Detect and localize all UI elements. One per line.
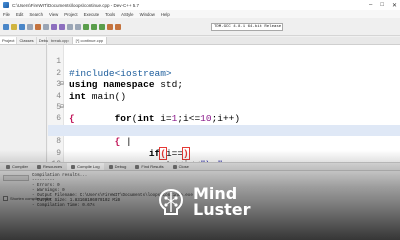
- code-line: 5 for(int i=1;i<=10;i++): [48, 91, 400, 124]
- watermark-text: Mind Luster: [193, 186, 251, 218]
- code-line: 1 #include<iostream>: [48, 45, 400, 78]
- tab-project[interactable]: Project: [0, 37, 18, 44]
- menu-search[interactable]: Search: [29, 12, 43, 17]
- replace-icon[interactable]: [75, 23, 81, 30]
- open-file-icon[interactable]: [11, 23, 17, 30]
- compile-run-icon[interactable]: [99, 23, 105, 30]
- window-title: C:\Users\FireWIT\Documents\loops\continu…: [12, 2, 140, 8]
- title-bar: C:\Users\FireWIT\Documents\loops\continu…: [0, 0, 400, 10]
- code-editor[interactable]: 1 #include<iostream> 2 using namespace s…: [48, 45, 400, 181]
- window-controls: – □ ✕: [369, 2, 397, 9]
- menu-file[interactable]: File: [3, 12, 10, 17]
- file-tab-continue[interactable]: [*] continue.cpp: [72, 37, 108, 44]
- menu-help[interactable]: Help: [161, 12, 170, 17]
- file-tab-break[interactable]: break.cpp: [48, 37, 73, 44]
- project-panel: Project Classes Debug: [0, 37, 54, 162]
- code-line: 7: [48, 113, 400, 135]
- current-code-line: 8 if(i==): [48, 124, 400, 160]
- code-line: 9 cout<<i<<"\n";: [48, 136, 400, 170]
- code-line: 3 int main(): [48, 68, 400, 101]
- menu-bar: File Edit Search View Project Execute To…: [0, 10, 400, 18]
- watermark: Mind Luster: [155, 186, 251, 218]
- menu-edit[interactable]: Edit: [16, 12, 23, 17]
- save-all-icon[interactable]: [27, 23, 33, 30]
- close-button[interactable]: ✕: [392, 2, 397, 9]
- menu-tools[interactable]: Tools: [105, 12, 115, 17]
- code-line: 2 using namespace std;: [48, 56, 400, 90]
- app-icon: [3, 2, 9, 8]
- brain-logo-icon: [158, 188, 184, 215]
- tab-classes[interactable]: Classes: [17, 37, 37, 44]
- fold-toggle-icon[interactable]: ⊟: [59, 81, 65, 87]
- menu-window[interactable]: Window: [140, 12, 155, 17]
- compile-icon[interactable]: [83, 23, 89, 30]
- maximize-button[interactable]: □: [380, 2, 384, 9]
- fold-toggle-icon[interactable]: ⊟: [59, 104, 65, 110]
- save-icon[interactable]: [19, 23, 25, 30]
- toolbar: TDM-GCC 4.8.1 64-bit Release: [0, 18, 400, 36]
- menu-view[interactable]: View: [49, 12, 58, 17]
- code-line: 4 ⊟ {: [48, 79, 400, 125]
- redo-icon[interactable]: [59, 23, 65, 30]
- project-panel-tabs: Project Classes Debug: [0, 37, 54, 45]
- code-line: 6 ⊟ { |: [48, 102, 400, 148]
- file-tabs: break.cpp [*] continue.cpp: [48, 37, 400, 45]
- rebuild-icon[interactable]: [107, 23, 113, 30]
- debug-icon[interactable]: [115, 23, 121, 30]
- watermark-line2: Luster: [193, 200, 251, 219]
- menu-project[interactable]: Project: [64, 12, 77, 17]
- compiler-select[interactable]: TDM-GCC 4.8.1 64-bit Release: [211, 22, 283, 31]
- find-icon[interactable]: [67, 23, 73, 30]
- print-icon[interactable]: [43, 23, 49, 30]
- run-icon[interactable]: [91, 23, 97, 30]
- minimize-button[interactable]: –: [369, 2, 372, 9]
- menu-astyle[interactable]: AStyle: [121, 12, 133, 17]
- undo-icon[interactable]: [51, 23, 57, 30]
- close-file-icon[interactable]: [35, 23, 41, 30]
- new-file-icon[interactable]: [3, 23, 9, 30]
- menu-execute[interactable]: Execute: [84, 12, 100, 17]
